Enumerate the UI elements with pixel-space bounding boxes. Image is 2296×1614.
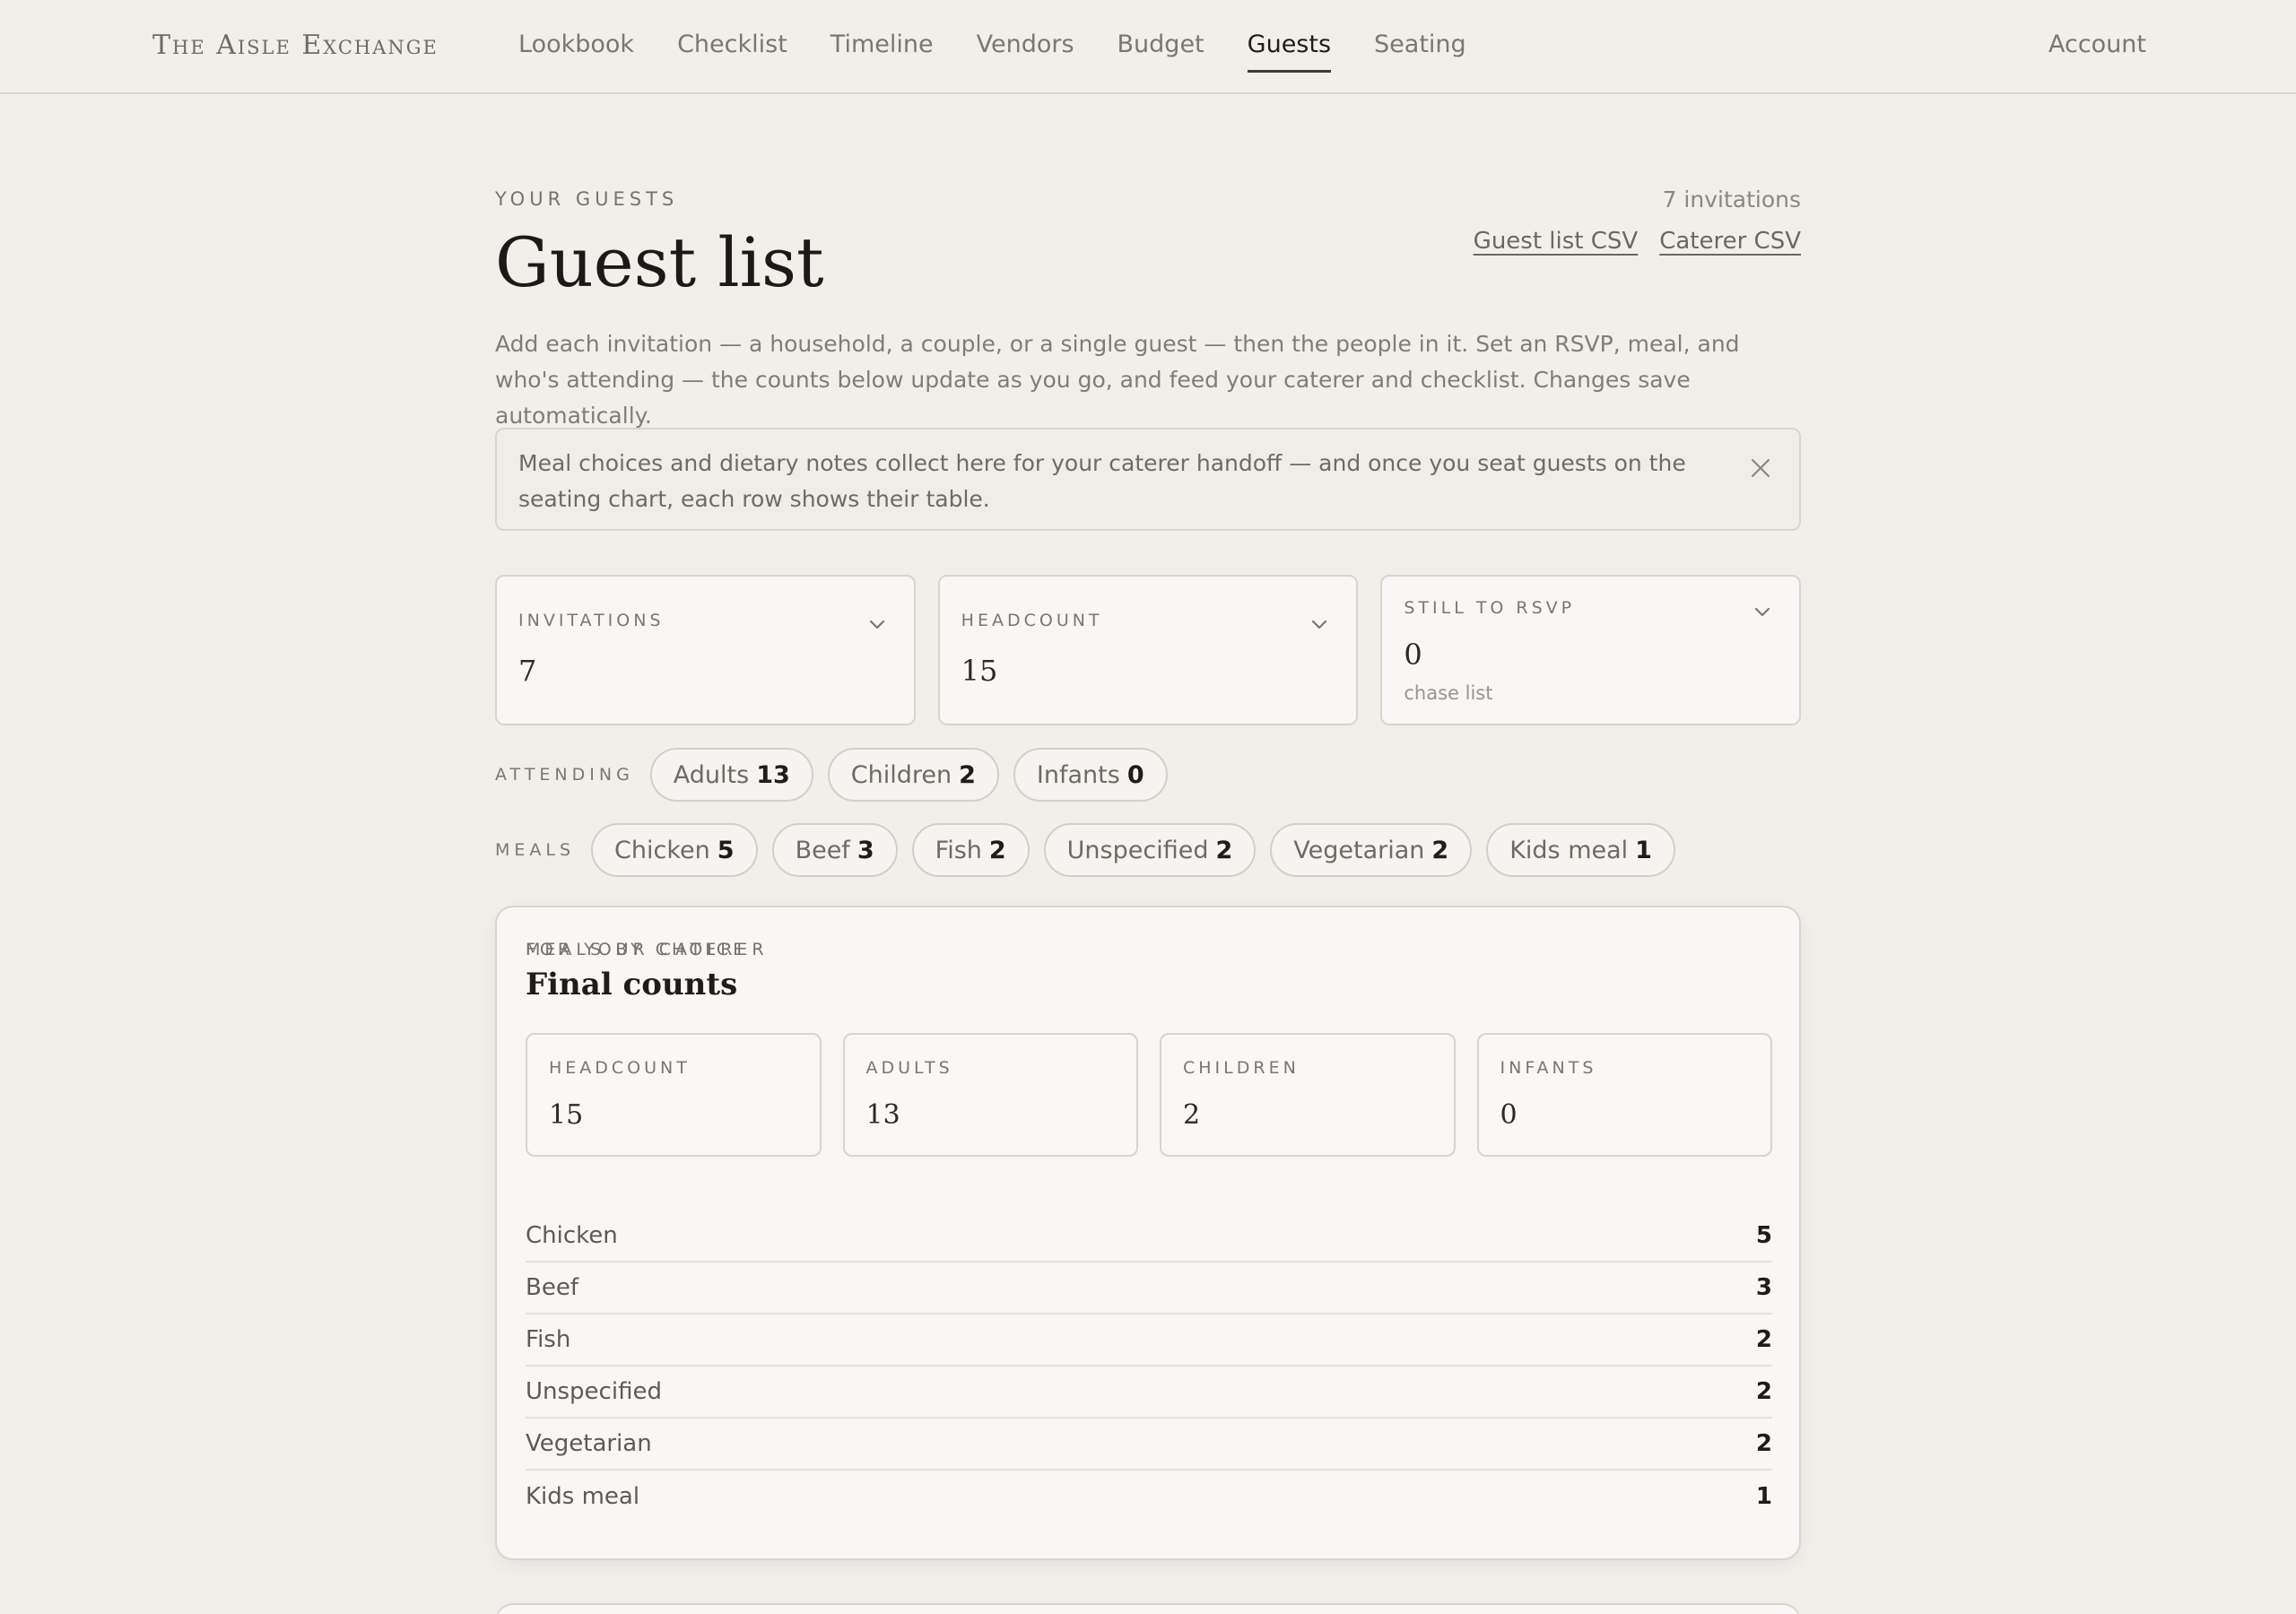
stat-label: INVITATIONS (518, 611, 665, 630)
card-label: CHILDREN (1183, 1058, 1300, 1078)
meal-name: Unspecified (526, 1378, 662, 1405)
meal-count: 2 (1755, 1378, 1772, 1405)
chip-chicken[interactable]: Chicken 5 (591, 823, 758, 877)
list-item: Unspecified 2 (526, 1367, 1772, 1419)
card-label: HEADCOUNT (549, 1058, 691, 1078)
meal-name: Chicken (526, 1222, 618, 1249)
stat-value: 7 (518, 654, 537, 688)
summary-stats: INVITATIONS 7 HEADCOUNT 15 STILL TO RSVP… (495, 575, 1802, 725)
meals-by-choice-list: Chicken 5 Beef 3 Fish 2 Unspecified 2 Vegeta… (526, 1210, 1772, 1523)
meal-name: Beef (526, 1274, 578, 1301)
list-item: Chicken 5 (526, 1210, 1772, 1263)
stat-value: 15 (961, 654, 998, 688)
meal-name: Vegetarian (526, 1430, 652, 1457)
nav-vendors[interactable]: Vendors (977, 30, 1074, 67)
chip-adults[interactable]: Adults 13 (649, 748, 813, 802)
card-label: ADULTS (865, 1058, 953, 1078)
nav-checklist[interactable]: Checklist (677, 30, 787, 67)
meal-name: Kids meal (526, 1483, 640, 1510)
final-headcount-card: HEADCOUNT 15 (526, 1033, 822, 1157)
brand-logo[interactable]: The Aisle Exchange (152, 30, 439, 61)
card-value: 2 (1183, 1099, 1201, 1131)
card-value: 13 (865, 1099, 900, 1131)
chevron-down-icon[interactable] (1309, 614, 1329, 634)
chevron-down-icon[interactable] (1752, 602, 1772, 621)
chip-beef[interactable]: Beef 3 (771, 823, 898, 877)
nav-budget[interactable]: Budget (1118, 30, 1205, 67)
attending-label: ATTENDING (495, 765, 634, 785)
stat-label: HEADCOUNT (961, 611, 1103, 630)
stat-invitations[interactable]: INVITATIONS 7 (495, 575, 916, 725)
caterer-final-counts-panel: FOR YOUR CATERER Final counts HEADCOUNT … (495, 906, 1801, 1560)
caterer-notice-banner: Meal choices and dietary notes collect h… (495, 428, 1801, 531)
page-kicker: YOUR GUESTS (495, 188, 679, 210)
notice-text: Meal choices and dietary notes collect h… (518, 450, 1686, 512)
list-item: Kids meal 1 (526, 1471, 1772, 1523)
card-label: INFANTS (1500, 1058, 1597, 1078)
page-intro: Add each invitation — a household, a cou… (495, 331, 1740, 429)
meal-name: Fish (526, 1326, 571, 1353)
chase-list-note: chase list (1404, 682, 1493, 704)
meals-label: MEALS (495, 840, 576, 860)
list-item: Vegetarian 2 (526, 1419, 1772, 1471)
final-adults-card: ADULTS 13 (842, 1033, 1138, 1157)
csv-export-links: Guest list CSV Caterer CSV (1474, 228, 1801, 255)
top-nav: The Aisle Exchange Lookbook Checklist Ti… (0, 0, 2296, 94)
invitation-count: 7 invitations (1662, 187, 1801, 213)
meal-count: 2 (1755, 1430, 1772, 1457)
card-value: 15 (549, 1099, 584, 1131)
card-value: 0 (1500, 1099, 1518, 1131)
chip-fish[interactable]: Fish 2 (911, 823, 1030, 877)
attending-row: ATTENDING Adults 13 Children 2 Infants 0 (495, 748, 1182, 802)
chip-kids-meal[interactable]: Kids meal 1 (1486, 823, 1675, 877)
list-item: Fish 2 (526, 1315, 1772, 1367)
next-section-panel (495, 1603, 1801, 1614)
final-children-card: CHILDREN 2 (1160, 1033, 1456, 1157)
meal-count: 5 (1755, 1222, 1772, 1249)
chevron-down-icon[interactable] (867, 614, 887, 634)
panel-title: Final counts (526, 967, 738, 1002)
final-infants-card: INFANTS 0 (1476, 1033, 1772, 1157)
meal-count: 2 (1755, 1326, 1772, 1353)
chip-infants[interactable]: Infants 0 (1013, 748, 1168, 802)
nav-guests[interactable]: Guests (1247, 30, 1332, 73)
stat-still-to-rsvp[interactable]: STILL TO RSVP 0 chase list (1380, 575, 1802, 725)
nav-lookbook[interactable]: Lookbook (518, 30, 634, 67)
meal-count: 1 (1755, 1483, 1772, 1510)
meals-row: MEALS Chicken 5 Beef 3 Fish 2 Unspecified 2 … (495, 823, 1690, 877)
main-nav: Lookbook Checklist Timeline Vendors Budg… (518, 30, 1509, 73)
chip-unspecified[interactable]: Unspecified 2 (1043, 823, 1257, 877)
stat-value: 0 (1404, 638, 1422, 672)
account-link[interactable]: Account (2048, 30, 2146, 58)
list-item: Beef 3 (526, 1263, 1772, 1315)
caterer-csv-link[interactable]: Caterer CSV (1659, 228, 1801, 255)
nav-timeline[interactable]: Timeline (831, 30, 934, 67)
chip-vegetarian[interactable]: Vegetarian 2 (1270, 823, 1473, 877)
final-count-cards: HEADCOUNT 15 ADULTS 13 CHILDREN 2 INFANT… (526, 1033, 1772, 1157)
chip-children[interactable]: Children 2 (827, 748, 999, 802)
meals-by-choice-label: MEALS BY CHOICE (526, 940, 749, 959)
nav-seating[interactable]: Seating (1374, 30, 1466, 67)
guest-list-csv-link[interactable]: Guest list CSV (1474, 228, 1639, 255)
close-icon[interactable] (1749, 456, 1772, 480)
stat-label: STILL TO RSVP (1404, 598, 1576, 618)
stat-headcount[interactable]: HEADCOUNT 15 (937, 575, 1359, 725)
page-title: Guest list (495, 222, 824, 302)
meal-count: 3 (1755, 1274, 1772, 1301)
